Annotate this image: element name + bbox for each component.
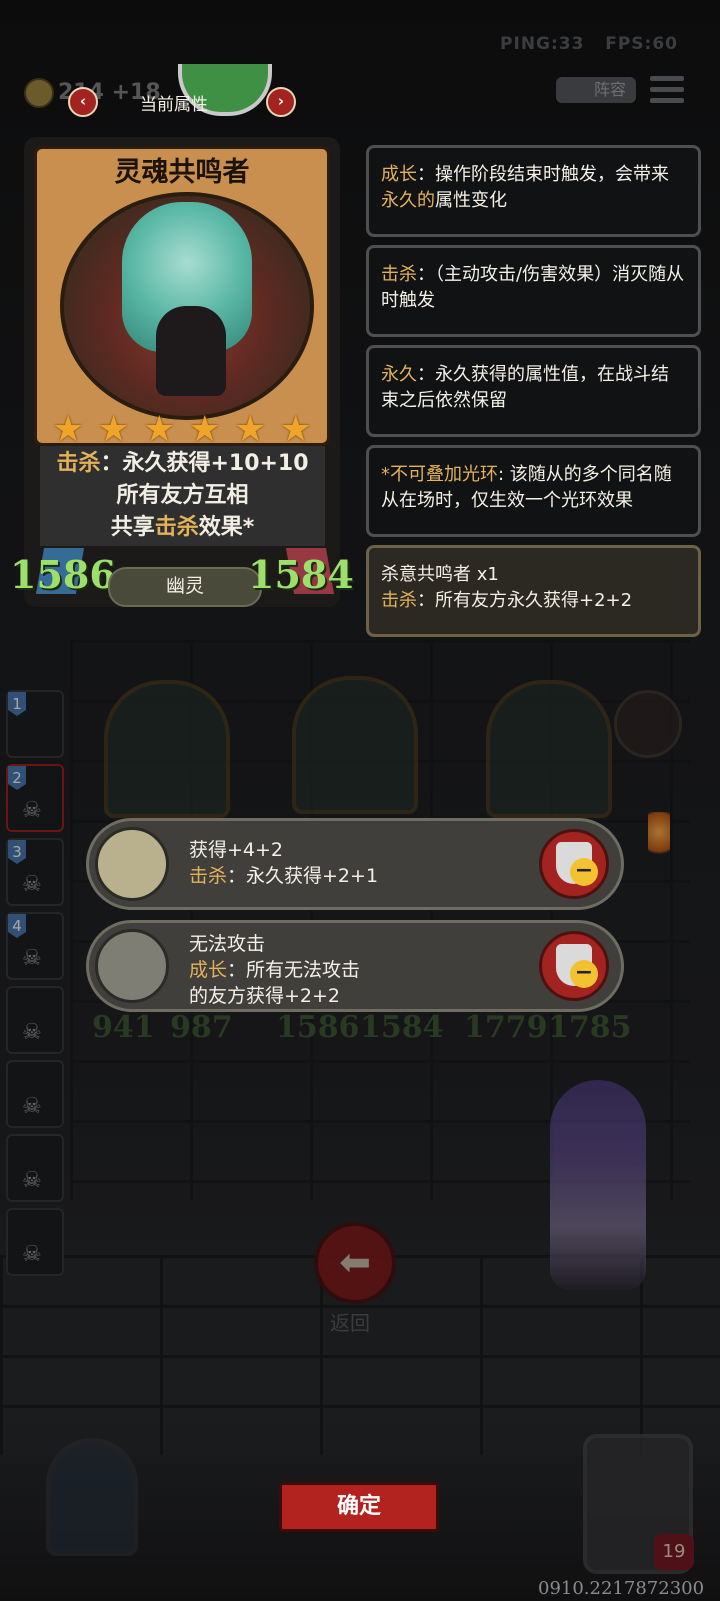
chevron-right-icon: › <box>277 92 285 110</box>
minus-icon: − <box>570 858 598 886</box>
tip-text: ：操作阶段结束时触发，会带来 <box>417 164 669 185</box>
card-name: 灵魂共鸣者 <box>114 157 250 188</box>
weapon-icon <box>95 827 169 901</box>
popup-line: 的友方获得+2+2 <box>189 985 341 1007</box>
tip-keyword: 永久 <box>381 364 417 385</box>
remove-button[interactable]: − <box>539 931 609 1001</box>
desc-line-1: 击杀：永久获得+10+10 <box>40 448 325 480</box>
star-icon: ★ <box>52 409 85 450</box>
tip-keyword: 击杀 <box>381 264 417 285</box>
card-portrait <box>60 192 314 420</box>
bonus-title: 杀意共鸣者 x1 <box>381 564 499 585</box>
bonus-line: 击杀：所有友方永久获得+2+2 <box>381 588 686 614</box>
popup-keyword: 击杀 <box>189 865 228 887</box>
tooltip-kill: 击杀：（主动攻击/伤害效果）消灭随从时触发 <box>366 245 701 337</box>
tip-keyword: 永久的 <box>381 190 435 211</box>
remove-button[interactable]: − <box>539 829 609 899</box>
coin-icon <box>24 78 54 108</box>
tooltip-bonus: 杀意共鸣者 x1 击杀：所有友方永久获得+2+2 <box>366 545 701 637</box>
network-stats: PING:33 FPS:60 <box>500 34 678 54</box>
enchant-popup-1[interactable]: 获得+4+2 击杀：永久获得+2+1 − <box>86 818 624 910</box>
fps-readout: FPS:60 <box>605 34 678 54</box>
lineup-button[interactable]: 阵容 <box>556 77 636 103</box>
tip-text: ：所有友方永久获得+2+2 <box>417 590 633 611</box>
popup-text: 获得+4+2 击杀：永久获得+2+1 <box>189 837 378 889</box>
hooded-figure-icon <box>95 929 169 1003</box>
tooltip-aura: *不可叠加光环: 该随从的多个同名随从在场时，仅生效一个光环效果 <box>366 445 701 537</box>
star-icon: ★ <box>143 409 176 450</box>
confirm-button[interactable]: 确定 <box>279 1482 439 1532</box>
popup-line: 击杀：永久获得+2+1 <box>189 863 378 889</box>
star-rating: ★ ★ ★ ★ ★ ★ <box>52 412 312 448</box>
minus-icon: − <box>570 960 598 988</box>
tip-keyword: 击杀 <box>381 590 417 611</box>
desc-line-2: 所有友方互相 <box>116 483 249 508</box>
tip-text: 属性变化 <box>435 190 507 211</box>
chevron-left-icon: ‹ <box>79 92 87 110</box>
card-description: 击杀：永久获得+10+10 所有友方互相 共享击杀效果* <box>40 446 325 546</box>
desc-line-3: 共享击杀效果* <box>40 512 325 544</box>
popup-keyword: 成长 <box>189 959 228 981</box>
tooltip-growth: 成长：操作阶段结束时触发，会带来永久的属性变化 <box>366 145 701 237</box>
keyword-kill: 击杀 <box>154 515 199 540</box>
star-icon: ★ <box>97 409 130 450</box>
desc-text: 共享 <box>110 515 155 540</box>
man-figure <box>156 306 226 396</box>
tip-keyword: 成长 <box>381 164 417 185</box>
next-arrow-button[interactable]: › <box>266 87 296 117</box>
tip-text: ：永久获得的属性值，在战斗结束之后依然保留 <box>381 364 669 411</box>
user-id: 0910.2217872300 <box>538 1578 705 1599</box>
card-attack: 1586 <box>10 552 116 597</box>
prev-arrow-button[interactable]: ‹ <box>68 87 98 117</box>
card-type: 幽灵 <box>108 567 262 607</box>
popup-text-rest: ：所有无法攻击 <box>227 959 361 981</box>
enchant-popup-2[interactable]: 无法攻击 成长：所有无法攻击 的友方获得+2+2 − <box>86 920 624 1012</box>
desc-text: 效果* <box>198 515 255 540</box>
tip-keyword: *不可叠加光环 <box>381 464 498 485</box>
current-attribute-label: 当前属性 <box>140 95 208 115</box>
popup-line: 成长：所有无法攻击 <box>189 957 360 983</box>
star-icon: ★ <box>279 409 312 450</box>
menu-icon[interactable] <box>650 76 684 106</box>
tip-text: ：（主动攻击/伤害效果）消灭随从时触发 <box>381 264 685 311</box>
popup-text-rest: ：永久获得+2+1 <box>227 865 379 887</box>
star-icon: ★ <box>234 409 267 450</box>
popup-line: 获得+4+2 <box>189 839 284 861</box>
ping-readout: PING:33 <box>500 34 585 54</box>
keyword-kill: 击杀 <box>56 451 101 476</box>
star-icon: ★ <box>188 409 221 450</box>
card-health: 1584 <box>248 552 354 597</box>
popup-line: 无法攻击 <box>189 933 266 955</box>
desc-text: ：永久获得+10+10 <box>100 451 309 476</box>
tooltip-permanent: 永久：永久获得的属性值，在战斗结束之后依然保留 <box>366 345 701 437</box>
popup-text: 无法攻击 成长：所有无法攻击 的友方获得+2+2 <box>189 931 360 1009</box>
